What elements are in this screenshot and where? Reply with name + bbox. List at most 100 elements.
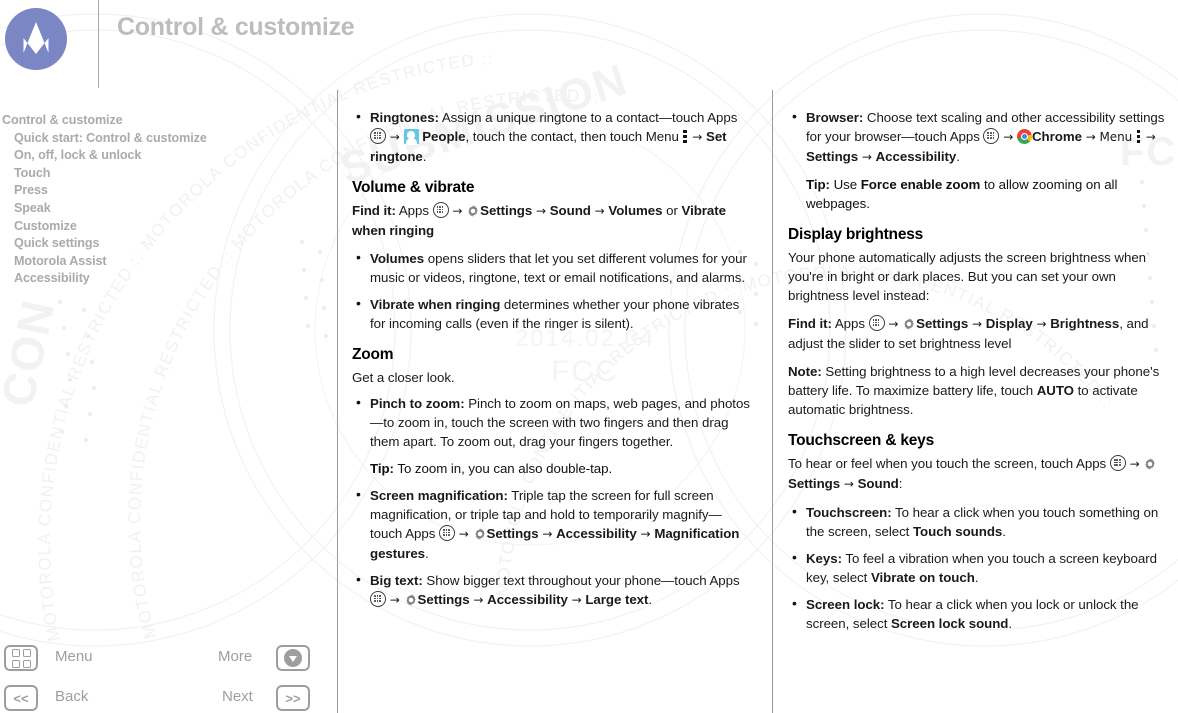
ringtones-period: .	[422, 149, 427, 164]
apps-text-1: Apps	[395, 203, 433, 218]
overflow-menu-icon	[1137, 130, 1141, 143]
sidebar-item-press[interactable]: Press	[0, 182, 330, 200]
more-label: More	[218, 648, 253, 665]
screenlock-term: Screen lock:	[806, 597, 885, 612]
browser-term: Browser:	[806, 110, 864, 125]
sidebar-item-on-off-lock-unlock[interactable]: On, off, lock & unlock	[0, 147, 330, 165]
sidebar-item-quick-start[interactable]: Quick start: Control & customize	[0, 130, 330, 148]
sound-label-1: Sound	[549, 203, 591, 218]
ringtones-list: Ringtones: Assign a unique ringtone to a…	[352, 107, 752, 166]
sidebar-item-quick-settings[interactable]: Quick settings	[0, 235, 330, 253]
arrow-10: →	[469, 593, 488, 607]
arrow-9: →	[386, 593, 404, 607]
zoom-heading: Zoom	[352, 346, 394, 363]
vibrate-bullet: Vibrate when ringing determines whether …	[352, 294, 752, 333]
back-label: Back	[55, 688, 89, 705]
chevron-down-circle-icon	[284, 649, 302, 667]
volume-bullets: Volumes opens sliders that let you set d…	[352, 248, 752, 333]
volume-findit: Find it: Apps → Settings → Sound → Volum…	[352, 201, 752, 240]
apps-icon	[868, 315, 885, 331]
arrow-11: →	[567, 593, 586, 607]
settings-label-6: Settings	[788, 476, 841, 491]
back-button[interactable]: <<	[4, 685, 38, 711]
display-label: Display	[985, 316, 1033, 331]
volumes-bullet: Volumes opens sliders that let you set d…	[352, 248, 752, 287]
brightness-note: Note: Setting brightness to a high level…	[788, 362, 1176, 419]
ringtones-bullet: Ringtones: Assign a unique ringtone to a…	[352, 107, 752, 166]
people-label: People	[422, 129, 466, 144]
display-brightness-heading: Display brightness	[788, 226, 924, 243]
menu-button[interactable]	[4, 645, 38, 671]
arrow-2: →	[688, 130, 707, 144]
sidebar-nav: Control & customize Quick start: Control…	[0, 112, 330, 288]
screen-lock-sound-label: Screen lock sound	[890, 616, 1009, 631]
touch-sounds-label: Touch sounds	[912, 524, 1003, 539]
apps-icon	[370, 591, 386, 607]
gear-icon	[404, 593, 418, 607]
sidebar-item-motorola-assist[interactable]: Motorola Assist	[0, 253, 330, 271]
header-divider	[98, 0, 99, 88]
touchscreen-period: .	[1002, 524, 1006, 539]
more-button[interactable]	[276, 645, 310, 671]
gear-icon	[473, 527, 487, 541]
arrow-3: →	[448, 204, 467, 218]
sidebar-item-speak[interactable]: Speak	[0, 200, 330, 218]
keys-bullet: Keys: To feel a vibration when you touch…	[788, 548, 1176, 587]
sound-label-2: Sound	[857, 476, 899, 491]
arrow-7: →	[538, 527, 557, 541]
column-divider-1	[337, 90, 338, 713]
tip-label-1: Tip:	[370, 461, 394, 476]
sidebar-item-accessibility[interactable]: Accessibility	[0, 270, 330, 288]
browser-tip: Tip: Use Force enable zoom to allow zoom…	[788, 175, 1176, 213]
bigtext-term: Big text:	[370, 573, 423, 588]
page-header: Control & customize	[0, 0, 1178, 92]
accessibility-label-3: Accessibility	[875, 149, 957, 164]
accessibility-label-1: Accessibility	[556, 526, 637, 541]
touchscreen-keys-heading: Touchscreen & keys	[788, 432, 935, 449]
apps-icon	[370, 128, 386, 144]
back-glyph: <<	[13, 690, 29, 706]
magnification-term: Screen magnification:	[370, 488, 508, 503]
arrow-13: →	[1142, 130, 1156, 144]
auto-label: AUTO	[1036, 383, 1074, 398]
arrow-14: →	[858, 150, 876, 164]
arrow-8: →	[636, 527, 655, 541]
bigtext-text-1: Show bigger text throughout your phone—t…	[422, 573, 740, 588]
brightness-intro: Your phone automatically adjusts the scr…	[788, 250, 1147, 303]
next-button[interactable]: >>	[276, 685, 310, 711]
tip-text-1: To zoom in, you can also double-tap.	[393, 461, 613, 476]
large-text-label: Large text	[585, 592, 649, 607]
volume-vibrate-heading: Volume & vibrate	[352, 179, 475, 196]
touchscreen-colon: :	[898, 476, 903, 491]
column-divider-2	[772, 90, 773, 713]
browser-list: Browser: Choose text scaling and other a…	[788, 107, 1176, 167]
sidebar-item-control-customize[interactable]: Control & customize	[0, 112, 330, 130]
zoom-intro: Get a closer look.	[352, 370, 455, 385]
keys-period: .	[974, 570, 979, 585]
pinch-tip: Tip: To zoom in, you can also double-tap…	[352, 459, 752, 478]
settings-label-5: Settings	[916, 316, 969, 331]
zoom-bullets: Pinch to zoom: Pinch to zoom on maps, we…	[352, 393, 752, 451]
accessibility-label-2: Accessibility	[487, 592, 568, 607]
tip-label-2: Tip:	[806, 177, 830, 192]
vibrate-on-touch-label: Vibrate on touch	[870, 570, 975, 585]
overflow-menu-icon	[683, 130, 687, 143]
page-title: Control & customize	[117, 13, 355, 41]
screen-lock-bullet: Screen lock: To hear a click when you lo…	[788, 594, 1176, 633]
arrow-19: →	[840, 477, 858, 491]
motorola-logo-icon	[5, 8, 67, 70]
people-icon	[403, 129, 419, 145]
sidebar-item-touch[interactable]: Touch	[0, 165, 330, 183]
apps-icon	[983, 128, 1000, 144]
arrow-15: →	[884, 317, 903, 331]
big-text-bullet: Big text: Show bigger text throughout yo…	[352, 570, 752, 610]
settings-label-4: Settings	[806, 149, 859, 164]
touchscreen-intro: To hear or feel when you touch the scree…	[788, 454, 1176, 494]
touchscreen-term: Touchscreen:	[806, 505, 892, 520]
menu-label: Menu	[55, 648, 93, 665]
page-root: MOTOROLA CONFIDENTIAL RESTRICTED :: MOTO…	[0, 0, 1178, 713]
sidebar-item-customize[interactable]: Customize	[0, 218, 330, 236]
note-label: Note:	[788, 364, 822, 379]
arrow-5: →	[590, 204, 609, 218]
find-it-label-2: Find it:	[788, 316, 832, 331]
